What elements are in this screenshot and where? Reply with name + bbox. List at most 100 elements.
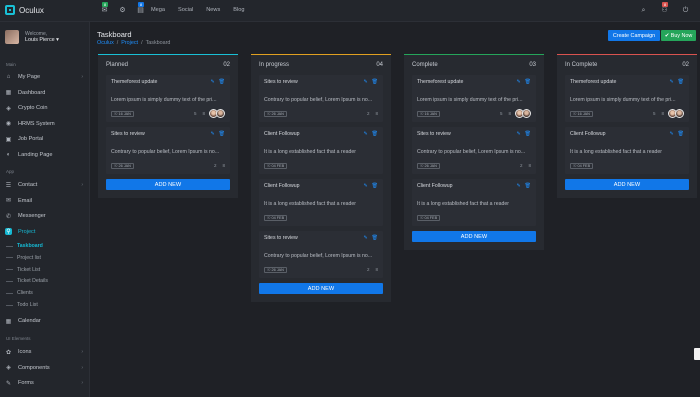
edit-icon[interactable]: ✎ <box>516 183 520 189</box>
comment-count: 2 <box>366 267 370 272</box>
edit-icon[interactable]: ✎ <box>363 183 367 189</box>
avatar[interactable] <box>522 109 531 118</box>
edit-icon[interactable]: ✎ <box>363 235 367 241</box>
column-count: 03 <box>529 62 536 68</box>
sidebar-item-contact[interactable]: ☰ Contact › <box>5 180 85 190</box>
my-page-icon: ⌂ <box>6 74 11 80</box>
tree-line <box>6 257 13 259</box>
chevron-right-icon: › <box>81 74 83 80</box>
column-header: Planned 02 <box>106 55 230 75</box>
breadcrumb-current: Taskboard <box>145 40 171 46</box>
avatar[interactable] <box>216 109 225 118</box>
sidebar-subitem-clients[interactable]: Clients <box>6 289 82 297</box>
sidebar-item-crypto-coin[interactable]: ◈ Crypto Coin <box>5 103 85 113</box>
mail-icon[interactable]: ✉ 8 <box>100 2 109 15</box>
sidebar-item-job-portal[interactable]: ▣ Job Portal <box>5 134 85 144</box>
add-new-button[interactable]: ADD NEW <box>259 283 383 294</box>
sidebar-item-components[interactable]: ◈ Components › <box>5 363 85 373</box>
sidebar-item-hrms-system[interactable]: ◉ HRMS System <box>5 119 85 129</box>
sidebar-item-email[interactable]: ✉ Email <box>5 196 85 206</box>
tree-line <box>6 304 13 306</box>
trash-icon[interactable]: 🗑 <box>525 79 531 85</box>
sidebar-item-forms[interactable]: ✎ Forms › <box>5 378 85 388</box>
add-new-button[interactable]: ADD NEW <box>565 179 689 190</box>
edit-icon[interactable]: ✎ <box>363 79 367 85</box>
trash-icon[interactable]: 🗑 <box>372 235 378 241</box>
task-card[interactable]: Sites to review ✎ 🗑 Contrary to popular bel… <box>106 127 230 174</box>
trash-icon[interactable]: 🗑 <box>525 131 531 137</box>
comment-count: 5 <box>193 111 197 116</box>
settings-panel-tab[interactable] <box>694 348 700 360</box>
edit-icon[interactable]: ✎ <box>363 131 367 137</box>
sidebar-subitem-todo-list[interactable]: Todo List <box>6 301 82 309</box>
sidebar-item-project[interactable]: ⚲ Project <box>5 227 85 237</box>
edit-icon[interactable]: ✎ <box>516 79 520 85</box>
trash-icon[interactable]: 🗑 <box>678 79 684 85</box>
sidebar-subitem-project-list[interactable]: Project list <box>6 254 82 262</box>
breadcrumb-oculux[interactable]: Oculux <box>97 40 114 46</box>
edit-icon[interactable]: ✎ <box>210 131 214 137</box>
forms-icon: ✎ <box>5 380 12 387</box>
app-logo[interactable]: Oculux <box>5 5 44 15</box>
top-nav-news[interactable]: News <box>206 7 220 13</box>
sidebar-item-calendar[interactable]: ▦ Calendar <box>5 316 85 326</box>
edit-icon[interactable]: ✎ <box>669 131 673 137</box>
project-icon: ⚲ <box>5 228 12 235</box>
sidebar-item-label: HRMS System <box>18 120 55 127</box>
sidebar-item-my-page[interactable]: ⌂ My Page › <box>5 72 85 82</box>
sidebar-item-icons[interactable]: ✿ Icons › <box>5 347 85 357</box>
edit-icon[interactable]: ✎ <box>516 131 520 137</box>
add-new-button[interactable]: ADD NEW <box>106 179 230 190</box>
user-profile[interactable]: Welcome, Louis Pierce ▾ <box>5 30 59 44</box>
sidebar-item-dashboard[interactable]: ▦ Dashboard <box>5 88 85 98</box>
sidebar-subitem-ticket-details[interactable]: Ticket Details <box>6 277 82 285</box>
trash-icon[interactable]: 🗑 <box>372 183 378 189</box>
due-date-chip: ☉ 04 FEB <box>417 214 441 221</box>
trash-icon[interactable]: 🗑 <box>525 183 531 189</box>
top-nav-social[interactable]: Social <box>178 7 193 13</box>
edit-icon[interactable]: ✎ <box>669 79 673 85</box>
avatar[interactable] <box>675 109 684 118</box>
task-card[interactable]: Themeforest update ✎ 🗑 Lorem ipsum is simpl… <box>412 75 536 122</box>
task-card[interactable]: Sites to review ✎ 🗑 Contrary to popular bel… <box>412 127 536 174</box>
sidebar-subitem-ticket-list[interactable]: Ticket List <box>6 266 82 274</box>
due-date-chip: ☉ 16 JAN <box>570 110 593 117</box>
sidebar-subitem-label: Ticket List <box>17 266 41 273</box>
add-new-button[interactable]: ADD NEW <box>412 231 536 242</box>
task-card[interactable]: Sites to review ✎ 🗑 Contrary to popular bel… <box>259 231 383 278</box>
bell-icon[interactable]: ⚇ 8 <box>660 2 669 15</box>
task-card[interactable]: Themeforest update ✎ 🗑 Lorem ipsum is simpl… <box>106 75 230 122</box>
trash-icon[interactable]: 🗑 <box>372 131 378 137</box>
column-title: In progress <box>259 62 290 68</box>
edit-icon[interactable]: ✎ <box>210 79 214 85</box>
task-title: Themeforest update <box>417 79 464 85</box>
chevron-right-icon: › <box>81 380 83 386</box>
task-card[interactable]: Sites to review ✎ 🗑 Contrary to popular bel… <box>259 75 383 122</box>
power-icon[interactable]: ⏻ <box>681 6 690 15</box>
tree-line <box>6 245 13 247</box>
trash-icon[interactable]: 🗑 <box>219 131 225 137</box>
comment-count: 2 <box>519 163 523 168</box>
task-card[interactable]: Client Followup ✎ 🗑 It is a long establishe… <box>565 127 689 174</box>
buy-now-button[interactable]: ✔ Buy Now <box>661 30 696 41</box>
sidebar-item-landing-page[interactable]: ◐ Landing Page <box>5 150 85 160</box>
gear-icon[interactable]: ⚙ <box>118 6 127 15</box>
chat-icon[interactable]: ▤ 8 <box>136 2 145 15</box>
task-card[interactable]: Themeforest update ✎ 🗑 Lorem ipsum is simpl… <box>565 75 689 122</box>
sidebar-item-messenger[interactable]: ✆ Messenger <box>5 211 85 221</box>
top-nav-mega[interactable]: Mega <box>151 7 165 13</box>
top-nav-blog[interactable]: Blog <box>233 7 244 13</box>
create-campaign-button[interactable]: Create Campaign <box>608 30 660 41</box>
task-card[interactable]: Client Followup ✎ 🗑 It is a long establishe… <box>259 127 383 174</box>
trash-icon[interactable]: 🗑 <box>219 79 225 85</box>
sidebar-subitem-taskboard[interactable]: Taskboard <box>6 242 82 250</box>
task-card[interactable]: Client Followup ✎ 🗑 It is a long establishe… <box>412 179 536 226</box>
user-name-dropdown[interactable]: Louis Pierce ▾ <box>25 37 59 43</box>
trash-icon[interactable]: 🗑 <box>372 79 378 85</box>
search-icon[interactable]: ⌕ <box>639 6 648 15</box>
task-card[interactable]: Client Followup ✎ 🗑 It is a long establishe… <box>259 179 383 226</box>
task-footer: ☉ 16 JAN 5 8 <box>111 109 225 118</box>
sidebar-item-label: Job Portal <box>18 136 44 142</box>
trash-icon[interactable]: 🗑 <box>678 131 684 137</box>
breadcrumb-project[interactable]: Project <box>121 40 138 46</box>
